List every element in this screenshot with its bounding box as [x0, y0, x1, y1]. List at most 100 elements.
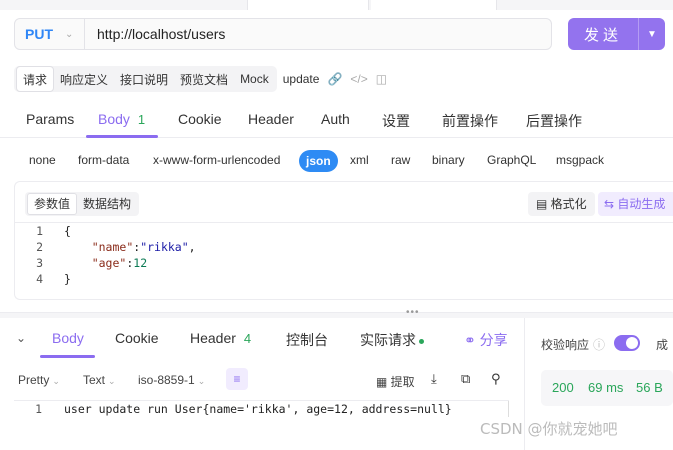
window-tab[interactable]: [371, 0, 497, 10]
chevron-down-icon: ⌄: [65, 28, 74, 40]
response-tab-header-label: Header: [190, 330, 236, 346]
auto-generate-button[interactable]: ⇆ 自动生成: [598, 192, 673, 216]
url-input[interactable]: http://localhost/users: [85, 26, 225, 42]
extract-button[interactable]: ▦ 提取: [376, 373, 415, 390]
toggle-knob: [626, 337, 638, 349]
code-text: }: [64, 272, 71, 286]
tab-response-definition[interactable]: 响应定义: [54, 66, 114, 92]
body-editor-panel: 参数值 数据结构 ▤ 格式化 ⇆ 自动生成 1 { 2 "name":"rikk…: [14, 181, 673, 300]
code-line[interactable]: 2 "name":"rikka",: [15, 239, 196, 255]
code-text: {: [64, 224, 71, 238]
api-name[interactable]: update: [283, 72, 320, 86]
response-tab-console[interactable]: 控制台: [286, 330, 328, 350]
encoding-value: iso-8859-1: [138, 373, 195, 387]
body-type-xml[interactable]: xml: [350, 153, 369, 167]
send-label: 发送: [583, 26, 622, 44]
type-select[interactable]: Text ⌄: [83, 373, 116, 387]
tab-body-label: Body: [98, 111, 130, 127]
chevron-down-icon: ⌄: [52, 376, 60, 386]
tab-auth[interactable]: Auth: [321, 111, 350, 127]
tab-params[interactable]: Params: [26, 111, 74, 127]
extract-label: 提取: [390, 375, 415, 389]
response-tabs: ⌄ Body Cookie Header 4 控制台 实际请求 ⚭ 分享: [0, 322, 520, 358]
doc-tab-group: 请求 响应定义 接口说明 预览文档 Mock: [14, 66, 277, 92]
wrap-lines-icon[interactable]: ≡: [226, 368, 248, 390]
tab-settings[interactable]: 设置: [382, 111, 410, 131]
panel-icon[interactable]: ◫: [376, 72, 387, 86]
validate-response-label: 校验响应: [541, 338, 590, 352]
encoding-select[interactable]: iso-8859-1 ⌄: [138, 373, 205, 387]
response-toolbar: Pretty ⌄ Text ⌄ iso-8859-1 ⌄ ≡ ▦ 提取 ⤓ ⧉ ⚲: [0, 366, 520, 394]
tab-mock[interactable]: Mock: [234, 66, 275, 92]
response-tab-cookie[interactable]: Cookie: [115, 330, 159, 346]
tab-request[interactable]: 请求: [16, 66, 55, 92]
link-icon[interactable]: 🔗: [327, 72, 342, 86]
panel-splitter[interactable]: •••: [0, 307, 673, 318]
body-type-raw[interactable]: raw: [391, 153, 410, 167]
help-icon[interactable]: ⓘ: [593, 338, 605, 352]
window-tab-strip: [0, 0, 673, 10]
body-type-json[interactable]: json: [299, 150, 338, 172]
tab-body[interactable]: Body 1: [98, 111, 145, 127]
status-code: 200: [552, 380, 574, 395]
copy-icon[interactable]: ⧉: [461, 371, 470, 387]
tab-header[interactable]: Header: [248, 111, 294, 127]
send-button[interactable]: 发送 ▼: [568, 18, 665, 50]
format-button[interactable]: ▤ 格式化: [528, 192, 595, 216]
editor-margin-line: [508, 401, 509, 417]
line-number: 2: [36, 240, 43, 254]
tab-preview-doc[interactable]: 预览文档: [174, 66, 234, 92]
body-type-msgpack[interactable]: msgpack: [556, 153, 604, 167]
body-type-graphql[interactable]: GraphQL: [487, 153, 536, 167]
drag-handle-icon[interactable]: •••: [406, 307, 420, 318]
response-time: 69 ms: [588, 380, 624, 395]
tab-api-description[interactable]: 接口说明: [114, 66, 174, 92]
status-dot: [419, 338, 424, 344]
response-tab-header[interactable]: Header 4: [190, 330, 251, 346]
code-icon[interactable]: </>: [350, 72, 367, 86]
code-line[interactable]: 1 user update run User{name='rikka', age…: [14, 401, 452, 417]
type-value: Text: [83, 373, 106, 387]
line-number: 3: [36, 256, 43, 270]
body-type-form-data[interactable]: form-data: [78, 153, 129, 167]
chevron-down-icon: ⌄: [197, 376, 206, 386]
code-line[interactable]: 4 }: [15, 271, 71, 287]
chevron-down-icon: ⌄: [108, 376, 116, 386]
tab-cookie[interactable]: Cookie: [178, 111, 222, 127]
json-number-value: 12: [133, 256, 148, 270]
body-type-urlencoded[interactable]: x-www-form-urlencoded: [153, 153, 280, 167]
line-number: 1: [35, 402, 42, 416]
code-line[interactable]: 1 {: [15, 223, 71, 239]
collapse-chevron-icon[interactable]: ⌄: [16, 331, 26, 345]
code-text: "age":12: [91, 256, 148, 270]
auto-generate-label: 自动生成: [617, 197, 666, 211]
response-tab-actual-request[interactable]: 实际请求: [360, 330, 424, 350]
method-label: PUT: [25, 26, 53, 42]
active-tab-indicator: [86, 135, 158, 138]
share-icon: ⚭: [464, 332, 480, 348]
response-body[interactable]: 1 user update run User{name='rikka', age…: [14, 400, 509, 450]
response-tab-body[interactable]: Body: [52, 330, 84, 346]
code-line[interactable]: 3 "age":12: [15, 255, 147, 271]
body-count-badge: 1: [137, 112, 146, 127]
search-icon[interactable]: ⚲: [491, 371, 501, 387]
url-bar: PUT ⌄ http://localhost/users: [14, 18, 552, 50]
tab-data-structure[interactable]: 数据结构: [77, 193, 137, 215]
tab-param-values[interactable]: 参数值: [27, 193, 78, 215]
download-icon[interactable]: ⤓: [431, 371, 437, 387]
method-select[interactable]: PUT ⌄: [15, 19, 85, 49]
format-select[interactable]: Pretty ⌄: [18, 373, 60, 387]
request-tabs: Params Body 1 Cookie Header Auth 设置 前置操作 …: [0, 104, 673, 138]
validate-response: 校验响应 ⓘ: [541, 336, 605, 353]
window-tab[interactable]: [247, 0, 369, 10]
body-type-binary[interactable]: binary: [432, 153, 465, 167]
tab-pre-operation[interactable]: 前置操作: [442, 111, 498, 131]
share-label: 分享: [479, 332, 508, 348]
body-type-none[interactable]: none: [29, 153, 56, 167]
tab-post-operation[interactable]: 后置操作: [526, 111, 582, 131]
chevron-down-icon[interactable]: ▼: [639, 29, 665, 40]
auto-generate-icon: ⇆: [604, 197, 618, 211]
validate-toggle[interactable]: [614, 335, 640, 351]
active-tab-indicator: [40, 355, 95, 358]
share-button[interactable]: ⚭ 分享: [464, 330, 508, 350]
